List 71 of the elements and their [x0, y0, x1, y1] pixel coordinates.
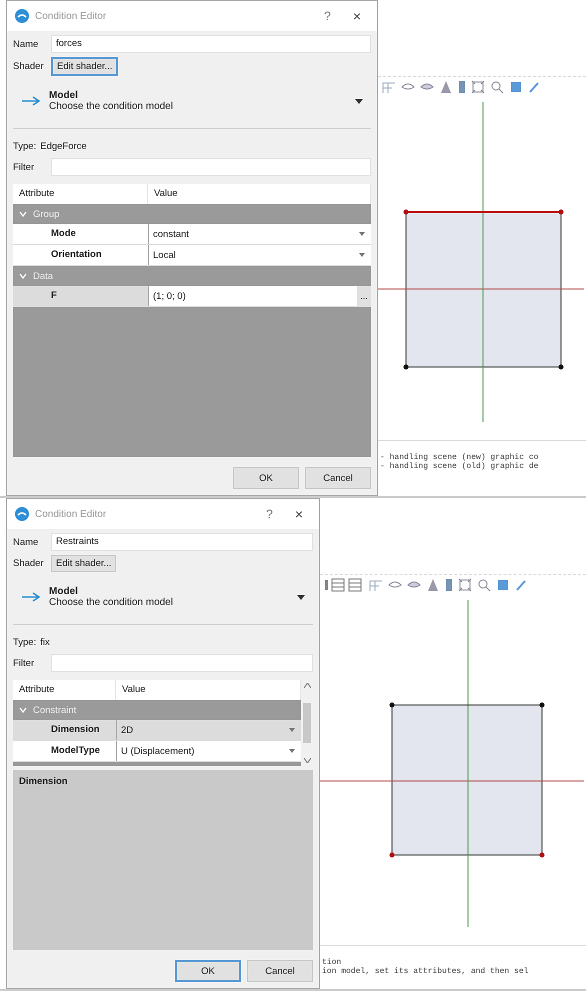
dropdown-caret-icon — [289, 749, 295, 753]
model-subtitle: Choose the condition model — [49, 101, 174, 112]
fit-view-icon[interactable] — [471, 80, 485, 94]
arrow-icon — [21, 96, 41, 106]
attribute-cell[interactable]: F — [13, 286, 148, 306]
type-label: Type: — [13, 141, 36, 152]
pencil-icon[interactable] — [528, 80, 540, 94]
model-selector[interactable]: Model Choose the condition model — [13, 576, 313, 620]
dropdown-caret-icon — [355, 98, 363, 104]
scroll-up-icon — [304, 683, 310, 688]
model-title: Model — [49, 586, 79, 597]
bar-icon[interactable] — [458, 80, 466, 94]
name-label: Name — [13, 536, 40, 548]
model-title: Model — [49, 90, 79, 101]
filter-field[interactable] — [51, 158, 371, 176]
model-selector[interactable]: Model Choose the condition model — [13, 80, 371, 124]
value-dropdown[interactable]: 2D — [116, 720, 301, 740]
dropdown-caret-icon — [359, 232, 365, 236]
window-title: Condition Editor — [35, 10, 106, 22]
dialog-button[interactable]: Cancel — [305, 467, 371, 489]
group-name: Group — [33, 208, 60, 220]
filter-field[interactable] — [51, 654, 313, 672]
group-name: Constraint — [33, 704, 76, 716]
help-button[interactable]: ? — [316, 9, 339, 23]
type-value: fix — [40, 637, 50, 648]
edit-shader-button[interactable]: Edit shader... — [51, 555, 116, 572]
fit-view-icon[interactable] — [458, 578, 472, 592]
name-label: Name — [13, 38, 40, 50]
dialog-button[interactable]: OK — [175, 960, 241, 982]
dropdown-caret-icon — [289, 728, 295, 732]
zoom-icon[interactable] — [490, 80, 504, 94]
group-name: Data — [33, 270, 54, 282]
value-field[interactable]: (1; 0; 0) — [153, 290, 357, 302]
cone-icon[interactable] — [439, 80, 453, 94]
help-button[interactable]: ? — [258, 507, 281, 521]
console-line: - handling scene (new) graphic co — [380, 453, 540, 462]
dropdown-caret-icon — [297, 594, 305, 600]
grid-icon[interactable] — [382, 80, 396, 94]
arrow-icon — [21, 592, 41, 602]
filter-label: Filter — [13, 658, 36, 668]
close-button[interactable]: × — [344, 8, 369, 24]
app-logo-icon — [15, 507, 29, 521]
name-field[interactable]: Restraints — [51, 533, 313, 551]
dropdown-caret-icon — [359, 253, 365, 257]
name-field[interactable]: forces — [51, 35, 371, 53]
shader-label: Shader — [13, 61, 45, 72]
zoom-icon[interactable] — [477, 578, 491, 592]
pencil-icon[interactable] — [515, 578, 527, 592]
box-stack-icon[interactable] — [324, 578, 364, 592]
filter-label: Filter — [13, 162, 36, 172]
scroll-down-icon — [304, 758, 310, 763]
shader-label: Shader — [13, 558, 45, 569]
model-subtitle: Choose the condition model — [49, 597, 174, 608]
cone-icon[interactable] — [426, 578, 440, 592]
console-line: ion model, set its attributes, and then sel — [322, 967, 530, 976]
console-line: tion — [322, 958, 342, 967]
browse-button[interactable]: ... — [357, 286, 371, 306]
type-value: EdgeForce — [40, 141, 87, 152]
window-title: Condition Editor — [35, 508, 106, 520]
grid-icon[interactable] — [369, 578, 383, 592]
app-logo-icon — [15, 9, 29, 23]
dialog-button[interactable]: Cancel — [247, 960, 313, 982]
type-label: Type: — [13, 637, 36, 648]
description-title: Dimension — [19, 776, 68, 787]
scroll-thumb[interactable] — [303, 703, 311, 743]
dialog-button[interactable]: OK — [233, 467, 299, 489]
attribute-cell[interactable]: Dimension — [13, 720, 116, 740]
console-line: - handling scene (old) graphic de — [380, 462, 540, 471]
edit-shader-button[interactable]: Edit shader... — [51, 57, 118, 76]
close-button[interactable]: × — [286, 506, 311, 522]
bar-icon[interactable] — [445, 578, 453, 592]
